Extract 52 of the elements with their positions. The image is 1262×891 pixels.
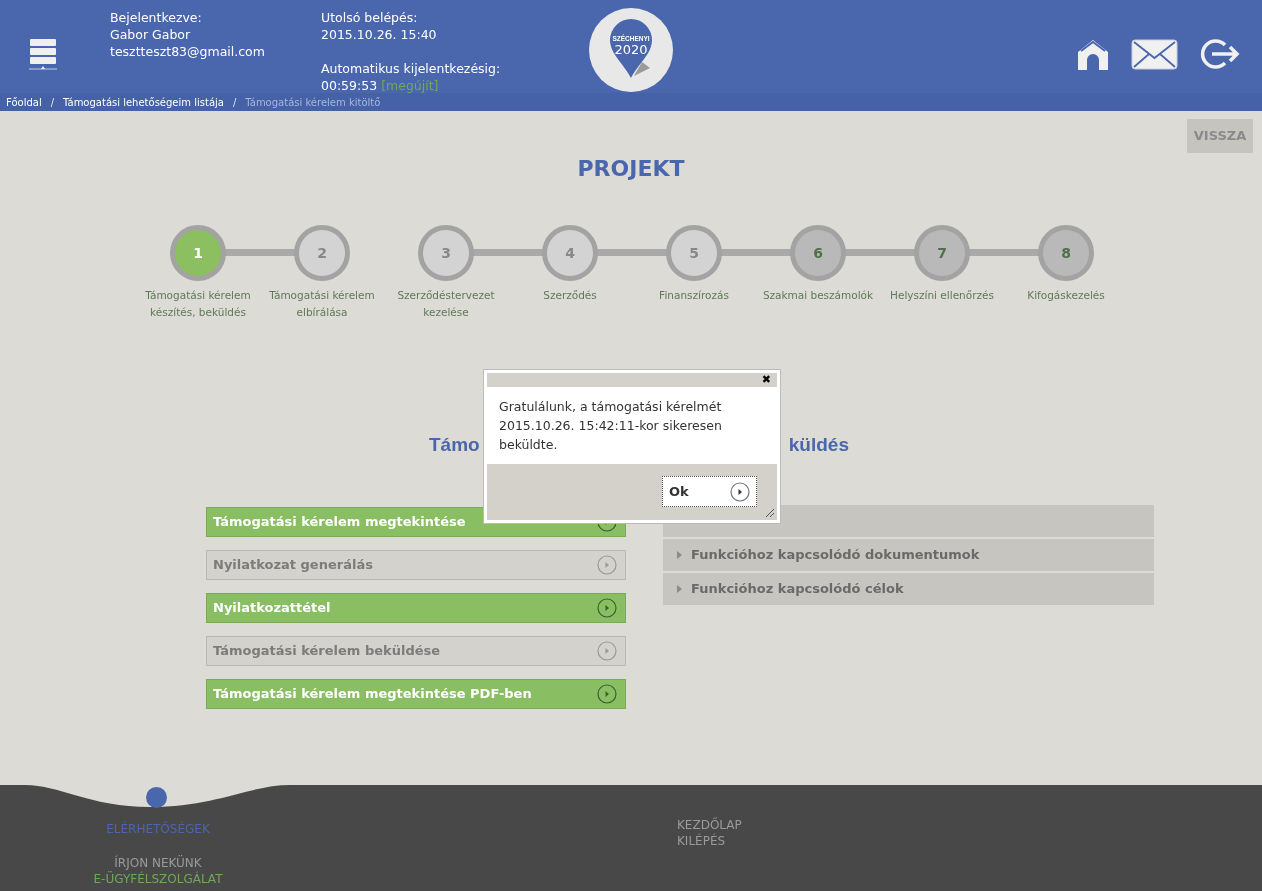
play-circle-icon <box>730 481 750 502</box>
footer-link[interactable]: KEZDŐLAP <box>677 817 742 833</box>
user-label: Bejelentkezve: <box>110 9 203 26</box>
auto-logout-label: Automatikus kijelentkezésig: <box>321 60 501 77</box>
step-label: Szerződéstervezet kezelése <box>396 288 496 320</box>
menu-icon[interactable] <box>29 39 57 71</box>
step-label: Támogatási kérelem készítés, beküldés <box>144 288 252 320</box>
step-label: Támogatási kérelem elbírálása <box>268 288 376 320</box>
logo-year: 2020 <box>614 43 648 57</box>
close-button[interactable]: ✖ <box>761 374 771 386</box>
caret-icon <box>677 585 682 593</box>
renew-link[interactable]: [megújít] <box>381 77 439 94</box>
dialog-message: Gratulálunk, a támogatási kérelmét 2015.10.26. 15:42:11-kor sikeresen beküldte. <box>498 398 723 454</box>
home-icon[interactable] <box>1077 38 1109 70</box>
footer-link[interactable]: KILÉPÉS <box>677 833 742 849</box>
action-button[interactable]: Nyilatkozat generálás <box>206 550 626 580</box>
step-label: Finanszírozás <box>658 288 730 303</box>
last-login-time: 2015.10.26. 15:40 <box>321 26 438 43</box>
section-heading: küldés <box>788 433 849 457</box>
ok-button[interactable]: Ok <box>662 476 757 507</box>
customer-service-link[interactable]: E-ÜGYFÉLSZOLGÁLAT <box>93 871 223 887</box>
resize-grip-icon[interactable] <box>765 508 775 518</box>
breadcrumb-separator: / <box>232 95 237 110</box>
breadcrumb-link[interactable]: Főoldal <box>6 94 42 110</box>
breadcrumb-separator: / <box>50 95 55 110</box>
step-label: Helyszíni ellenőrzés <box>889 288 995 303</box>
action-button[interactable]: Támogatási kérelem beküldése <box>206 636 626 666</box>
step-label: Szakmai beszámolók <box>761 288 875 303</box>
user-name: Gabor Gabor <box>110 26 192 43</box>
mail-icon[interactable] <box>1131 39 1178 70</box>
last-login-label: Utolsó belépés: <box>321 9 419 26</box>
page-title: PROJEKT <box>576 155 686 183</box>
step-label: Kifogáskezelés <box>1026 288 1106 303</box>
play-circle-icon <box>597 684 617 704</box>
auto-logout-timer: 00:59:53 <box>321 77 378 94</box>
user-email: tesztteszt83@gmail.com <box>110 43 265 60</box>
contacts-link[interactable]: ELÉRHETŐSÉGEK <box>106 821 210 837</box>
back-button[interactable]: VISSZA <box>1187 119 1253 153</box>
info-panel-header[interactable]: Funkcióhoz kapcsolódó dokumentumok <box>663 539 1154 571</box>
breadcrumb-link[interactable]: Támogatási lehetőségeim listája <box>63 94 224 110</box>
breadcrumb-current[interactable]: Támogatási kérelem kitöltő <box>245 94 381 110</box>
write-us-link[interactable]: ÍRJON NEKÜNK <box>114 855 202 871</box>
caret-icon <box>677 551 682 559</box>
play-circle-icon <box>597 555 617 575</box>
action-button[interactable]: Nyilatkozattétel <box>206 593 626 623</box>
step-label: Szerződés <box>542 288 598 303</box>
info-panel-header[interactable]: Funkcióhoz kapcsolódó célok <box>663 573 1154 605</box>
logout-icon[interactable] <box>1200 38 1240 70</box>
play-circle-icon <box>597 598 617 618</box>
action-button[interactable]: Támogatási kérelem megtekintése PDF-ben <box>206 679 626 709</box>
section-heading: Támo <box>429 433 480 457</box>
play-circle-icon <box>597 641 617 661</box>
